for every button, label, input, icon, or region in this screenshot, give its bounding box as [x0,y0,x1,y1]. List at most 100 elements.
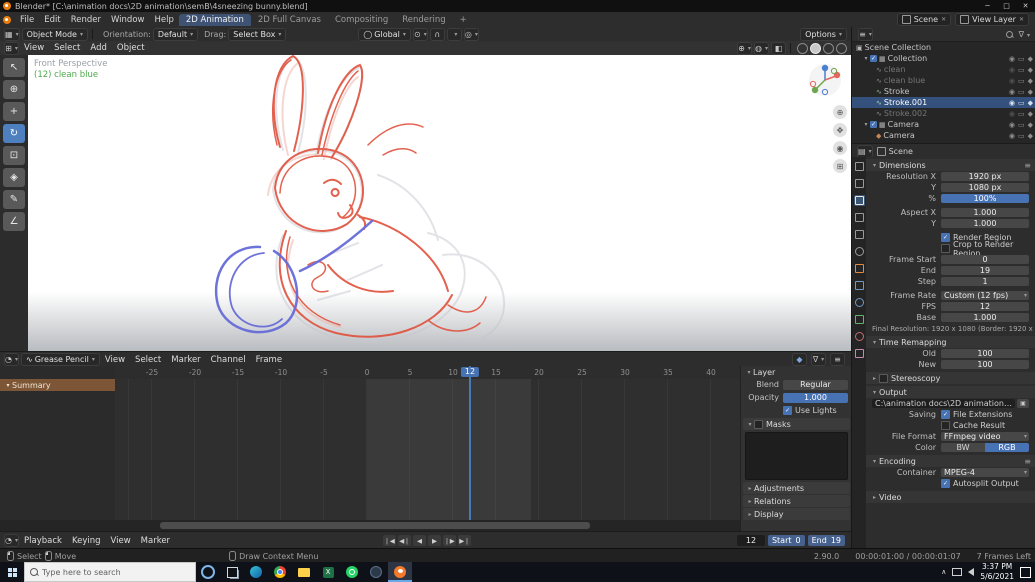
excel-button[interactable]: X [316,562,340,582]
expand-icon[interactable]: ▸ [746,511,754,518]
adjustments-panel-header[interactable]: ▸ Adjustments [743,482,850,494]
expand-icon[interactable]: ▾ [870,162,879,169]
expand-icon[interactable]: ▾ [746,421,754,428]
properties-editor-type-button[interactable]: ▤▾ [857,145,873,158]
filter-funnel-icon[interactable]: ∇▾ [811,353,826,366]
expand-icon[interactable]: ▾ [870,389,879,396]
expand-icon[interactable]: ▾ [862,55,870,62]
eye-toggle-icon[interactable]: ◉ [1009,66,1015,74]
maximize-button[interactable]: □ [997,2,1016,10]
dopesheet-ruler[interactable]: -25 -20 -15 -10 -5 0 5 10 15 20 25 30 35… [115,366,740,380]
resolution-percent-slider[interactable]: 100% [941,194,1029,203]
tray-volume-icon[interactable] [968,568,974,576]
mask-list-box[interactable] [745,432,848,480]
aspect-x-field[interactable]: 1.000 [941,208,1029,217]
container-dropdown[interactable]: MPEG-4▾ [941,468,1029,477]
use-lights-checkbox[interactable]: ✓ [783,406,792,415]
blender-taskbar-button[interactable] [388,562,412,582]
playhead[interactable] [469,366,471,520]
frame-end-field[interactable]: 19 [941,266,1029,275]
scrollbar-handle[interactable] [160,522,590,529]
camera-toggle-icon[interactable]: ◆ [1028,121,1033,129]
view-layer-selector[interactable]: View Layer ✕ [955,13,1029,26]
camera-toggle-icon[interactable]: ◆ [1028,66,1033,74]
menu-file[interactable]: File [15,15,39,25]
chrome-button[interactable] [268,562,292,582]
eye-toggle-icon[interactable]: ◉ [1009,132,1015,140]
time-remap-new-field[interactable]: 100 [941,360,1029,369]
frame-start-field[interactable]: 0 [941,255,1029,264]
camera-toggle-icon[interactable]: ◆ [1028,132,1033,140]
whatsapp-button[interactable] [340,562,364,582]
relations-panel-header[interactable]: ▸ Relations [743,495,850,507]
tab-modifiers[interactable] [854,280,865,291]
pan-hand-icon[interactable]: ✥ [833,123,847,137]
outliner-search-icon[interactable] [1006,31,1013,38]
outliner-row-scene-collection[interactable]: ▣ Scene Collection [852,42,1035,53]
timeline-menu-keying[interactable]: Keying [67,536,106,546]
proportional-edit-button[interactable]: ◎▾ [464,28,479,41]
stereoscopy-checkbox[interactable] [879,374,888,383]
camera-toggle-icon[interactable]: ◆ [1028,88,1033,96]
current-frame-field[interactable]: 12 [737,535,765,546]
output-panel-header[interactable]: ▾ Output [866,386,1035,398]
screen-toggle-icon[interactable]: ▭ [1018,99,1025,107]
camera-toggle-icon[interactable]: ◆ [1028,110,1033,118]
next-keyframe-button[interactable]: ❘▶ [443,535,456,546]
grid-ortho-icon[interactable]: ⊞ [833,159,847,173]
expand-icon[interactable]: ▾ [862,121,870,128]
blender-menu-icon[interactable] [3,16,11,24]
dopesheet-editor-type-button[interactable]: ◔▾ [4,353,19,366]
tab-tool[interactable] [854,161,865,172]
shading-material-button[interactable] [823,43,834,54]
output-path-field[interactable]: C:\animation docs\2D animation\semB\4sne… [872,399,1015,408]
screen-toggle-icon[interactable]: ▭ [1018,88,1025,96]
dimensions-panel-header[interactable]: ▾ Dimensions ≡ [866,159,1035,171]
edge-button[interactable] [244,562,268,582]
expand-icon[interactable]: ▾ [4,382,12,389]
tab-visual-effects[interactable] [854,297,865,308]
dopesheet-options-icon[interactable]: ≡ [830,353,845,366]
blend-dropdown[interactable]: Regular [783,380,848,390]
transform-orientation-dropdown[interactable]: ◯ Global▾ [358,28,411,41]
dopesheet-menu-frame[interactable]: Frame [251,355,287,365]
tab-material[interactable] [854,331,865,342]
render-region-checkbox[interactable]: ✓ [941,233,950,242]
shading-wireframe-button[interactable] [797,43,808,54]
presets-icon[interactable]: ≡ [1024,161,1035,170]
annotate-tool[interactable]: ✎ [3,190,25,209]
eye-toggle-icon[interactable]: ◉ [1009,55,1015,63]
expand-icon[interactable]: ▸ [870,375,879,382]
camera-view-icon[interactable]: ◉ [833,141,847,155]
workspace-tab-rendering[interactable]: Rendering [395,14,452,26]
frame-end-field[interactable]: End19 [808,535,845,546]
timeline-menu-view[interactable]: View [106,536,136,546]
close-button[interactable]: ✕ [1016,2,1035,10]
workspace-tab-2d-full-canvas[interactable]: 2D Full Canvas [251,14,328,26]
camera-toggle-icon[interactable]: ◆ [1028,55,1033,63]
shading-rendered-button[interactable] [836,43,847,54]
tray-chevron-icon[interactable]: ∧ [941,568,946,576]
layer-panel-title[interactable]: Layer [753,368,775,377]
collection-checkbox[interactable]: ✓ [870,121,877,128]
frame-rate-dropdown[interactable]: Custom (12 fps)▾ [941,291,1029,300]
time-remap-old-field[interactable]: 100 [941,349,1029,358]
encoding-panel-header[interactable]: ▾ Encoding ≡ [866,455,1035,467]
outliner-row-stroke[interactable]: ∿ Stroke ◉▭◆ [852,86,1035,97]
screen-toggle-icon[interactable]: ▭ [1018,132,1025,140]
mode-dropdown[interactable]: Object Mode▾ [22,28,88,41]
stereoscopy-panel-header[interactable]: ▸ Stereoscopy [866,372,1035,384]
show-gizmo-button[interactable]: ⊕▾ [737,42,752,55]
display-panel-header[interactable]: ▸ Display [743,508,850,520]
dopesheet-menu-marker[interactable]: Marker [166,355,205,365]
presets-icon[interactable]: ≡ [1024,457,1035,466]
shading-solid-button[interactable] [810,43,821,54]
outliner-row-clean[interactable]: ∿ clean ◉▭◆ [852,64,1035,75]
resolution-y-field[interactable]: 1080 px [941,183,1029,192]
dopesheet-menu-select[interactable]: Select [130,355,166,365]
scene-selector[interactable]: Scene ✕ [897,13,951,26]
select-box-tool[interactable]: ↖ [3,58,25,77]
menu-edit[interactable]: Edit [39,15,65,25]
screen-toggle-icon[interactable]: ▭ [1018,55,1025,63]
current-frame-badge[interactable]: 12 [461,367,479,377]
